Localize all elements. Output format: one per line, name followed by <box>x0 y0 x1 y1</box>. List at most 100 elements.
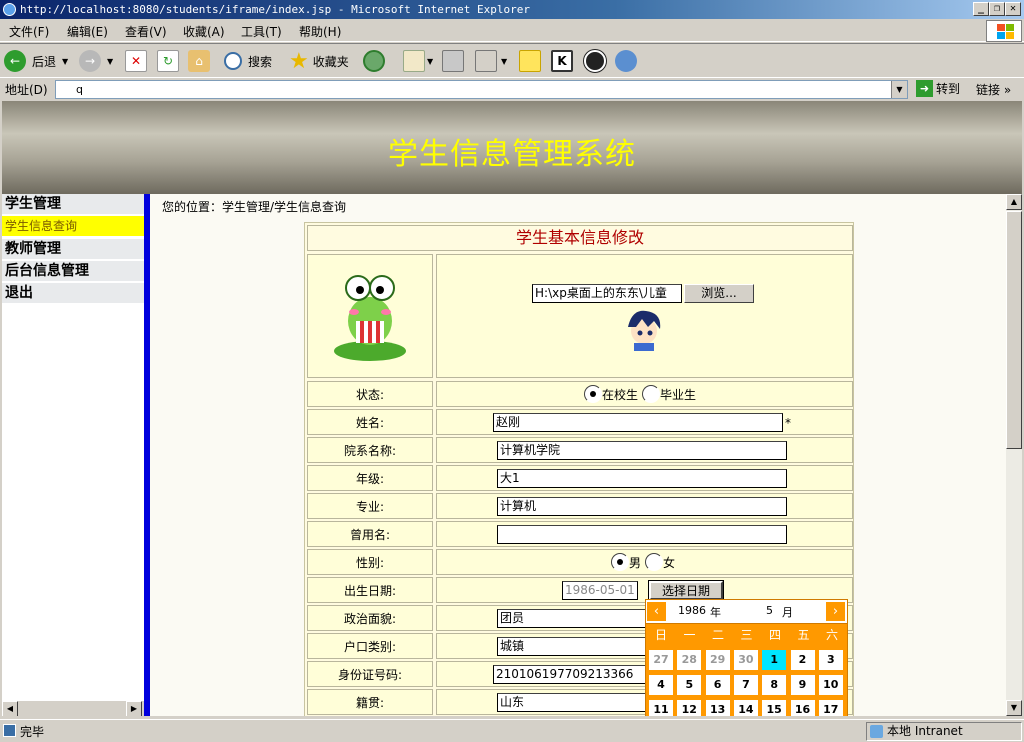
grade-input[interactable]: 大1 <box>497 469 787 488</box>
menu-tools[interactable]: 工具(T) <box>241 23 282 40</box>
scroll-up-icon[interactable]: ▲ <box>1006 194 1022 210</box>
scroll-right-icon[interactable]: ▶ <box>126 701 142 716</box>
status-graduated-radio[interactable] <box>642 385 661 403</box>
calendar-day[interactable]: 27 <box>649 650 673 670</box>
minimize-button[interactable]: _ <box>973 2 989 16</box>
next-month-button[interactable]: › <box>826 602 845 621</box>
id-label: 身份证号码: <box>307 661 433 687</box>
print-button[interactable] <box>442 49 464 73</box>
calendar-day[interactable]: 8 <box>762 675 787 695</box>
calendar-day[interactable]: 9 <box>790 675 815 695</box>
calendar-day[interactable]: 12 <box>677 700 702 716</box>
gender-male-radio[interactable] <box>611 553 629 571</box>
sidebar-item-student-query[interactable]: 学生信息查询 <box>2 216 144 236</box>
intranet-icon <box>870 725 883 738</box>
menu-bar: 文件(F) 编辑(E) 查看(V) 收藏(A) 工具(T) 帮助(H) <box>0 19 1024 42</box>
grade-label: 年级: <box>307 465 433 491</box>
edit-button[interactable]: ▼ <box>475 49 507 73</box>
menu-view[interactable]: 查看(V) <box>125 23 167 40</box>
gender-female-radio[interactable] <box>645 553 664 571</box>
forward-button[interactable]: → ▼ <box>79 49 113 73</box>
frog-photo-icon <box>334 275 406 361</box>
history-button[interactable] <box>363 49 385 73</box>
calendar-day[interactable]: 15 <box>762 700 787 716</box>
name-input[interactable]: 赵刚 <box>493 413 783 432</box>
major-label: 专业: <box>307 493 433 519</box>
browse-button[interactable]: 浏览... <box>684 284 754 303</box>
address-input[interactable]: q ▼ <box>55 80 908 99</box>
major-input[interactable]: 计算机 <box>497 497 787 516</box>
scroll-down-icon[interactable]: ▼ <box>1006 700 1022 716</box>
calendar-day[interactable]: 6 <box>705 675 730 695</box>
chevron-down-icon: ▼ <box>62 56 69 66</box>
messenger-button[interactable] <box>615 49 637 73</box>
calendar-day[interactable]: 17 <box>818 700 843 716</box>
calendar-day[interactable]: 16 <box>790 700 815 716</box>
breadcrumb: 您的位置：学生管理/学生信息查询 <box>162 200 347 214</box>
calendar-day[interactable]: 14 <box>733 700 758 716</box>
calendar-day[interactable]: 7 <box>733 675 758 695</box>
go-arrow-icon: ➜ <box>916 80 933 97</box>
notes-button[interactable] <box>519 49 541 73</box>
date-picker-popup: ‹ 1986 年 5 月 › 日一二三四五六 27 28 29 30 1 2 3 4 5 6 7 8 9 1… <box>645 599 848 716</box>
calendar-month: 5 <box>766 604 773 617</box>
status-bar: 完毕 本地 Intranet <box>0 719 1024 742</box>
star-icon: ★ <box>289 48 309 74</box>
calendar-year-unit: 年 <box>710 606 721 619</box>
k-button[interactable]: K <box>551 49 573 73</box>
sidebar-item-logout[interactable]: 退出 <box>2 283 144 303</box>
sidebar-item-student-mgmt[interactable]: 学生管理 <box>2 194 144 214</box>
scroll-left-icon[interactable]: ◀ <box>2 701 18 716</box>
address-value: q <box>76 83 83 96</box>
qq-button[interactable] <box>584 49 606 73</box>
calendar-day[interactable]: 30 <box>733 650 758 670</box>
back-button[interactable]: ← 后退 ▼ <box>4 49 68 73</box>
scroll-thumb[interactable] <box>1006 211 1022 449</box>
photo-upload-cell: H:\xp桌面上的东东\儿童 浏览... <box>436 254 853 378</box>
calendar-day[interactable]: 11 <box>649 700 673 716</box>
calendar-day[interactable]: 1 <box>762 650 787 670</box>
calendar-day[interactable]: 5 <box>677 675 702 695</box>
favorites-button[interactable]: ★ 收藏夹 <box>289 48 349 74</box>
sidebar-hscrollbar[interactable]: ◀ ▶ <box>2 700 144 716</box>
dept-cell: 计算机学院 <box>436 437 853 463</box>
search-button[interactable]: 搜索 <box>224 49 272 73</box>
menu-help[interactable]: 帮助(H) <box>299 23 341 40</box>
messenger-icon <box>615 50 637 72</box>
alias-input[interactable] <box>497 525 787 544</box>
calendar-day[interactable]: 2 <box>790 650 815 670</box>
stop-button[interactable]: ✕ <box>125 49 147 73</box>
go-button[interactable]: ➜ 转到 <box>916 80 960 97</box>
calendar-day[interactable]: 3 <box>818 650 843 670</box>
gender-row: 性别: 男 女 <box>307 549 853 575</box>
sidebar-item-teacher-mgmt[interactable]: 教师管理 <box>2 239 144 259</box>
mail-button[interactable]: ▼ <box>403 49 433 73</box>
status-graduated-label: 毕业生 <box>660 387 697 402</box>
restore-button[interactable]: ❐ <box>989 2 1005 16</box>
calendar-day[interactable]: 10 <box>818 675 843 695</box>
forward-arrow-icon: → <box>79 50 101 72</box>
calendar-day[interactable]: 13 <box>705 700 730 716</box>
status-label: 状态: <box>307 381 433 407</box>
prev-month-button[interactable]: ‹ <box>647 602 666 621</box>
sidebar-item-backend-mgmt[interactable]: 后台信息管理 <box>2 261 144 281</box>
dept-input[interactable]: 计算机学院 <box>497 441 787 460</box>
calendar-day[interactable]: 29 <box>705 650 730 670</box>
page-vscrollbar[interactable]: ▲ ▼ <box>1006 194 1022 716</box>
menu-file[interactable]: 文件(F) <box>9 23 49 40</box>
menu-favorites[interactable]: 收藏(A) <box>183 23 225 40</box>
links-button[interactable]: 链接 » <box>976 81 1011 98</box>
calendar-day[interactable]: 28 <box>677 650 702 670</box>
refresh-icon: ↻ <box>157 50 179 72</box>
birth-date-input[interactable]: 1986-05-01 <box>562 581 638 600</box>
photo-file-input[interactable]: H:\xp桌面上的东东\儿童 <box>532 284 682 303</box>
home-button[interactable]: ⌂ <box>188 49 210 73</box>
close-button[interactable]: ✕ <box>1005 2 1021 16</box>
address-dropdown-icon[interactable]: ▼ <box>891 81 907 98</box>
refresh-button[interactable]: ↻ <box>157 49 179 73</box>
menu-edit[interactable]: 编辑(E) <box>67 23 108 40</box>
calendar-day[interactable]: 4 <box>649 675 673 695</box>
chevron-down-icon: ▼ <box>107 56 114 66</box>
pick-date-button[interactable]: 选择日期 <box>648 580 724 601</box>
status-enrolled-radio[interactable] <box>584 385 602 403</box>
